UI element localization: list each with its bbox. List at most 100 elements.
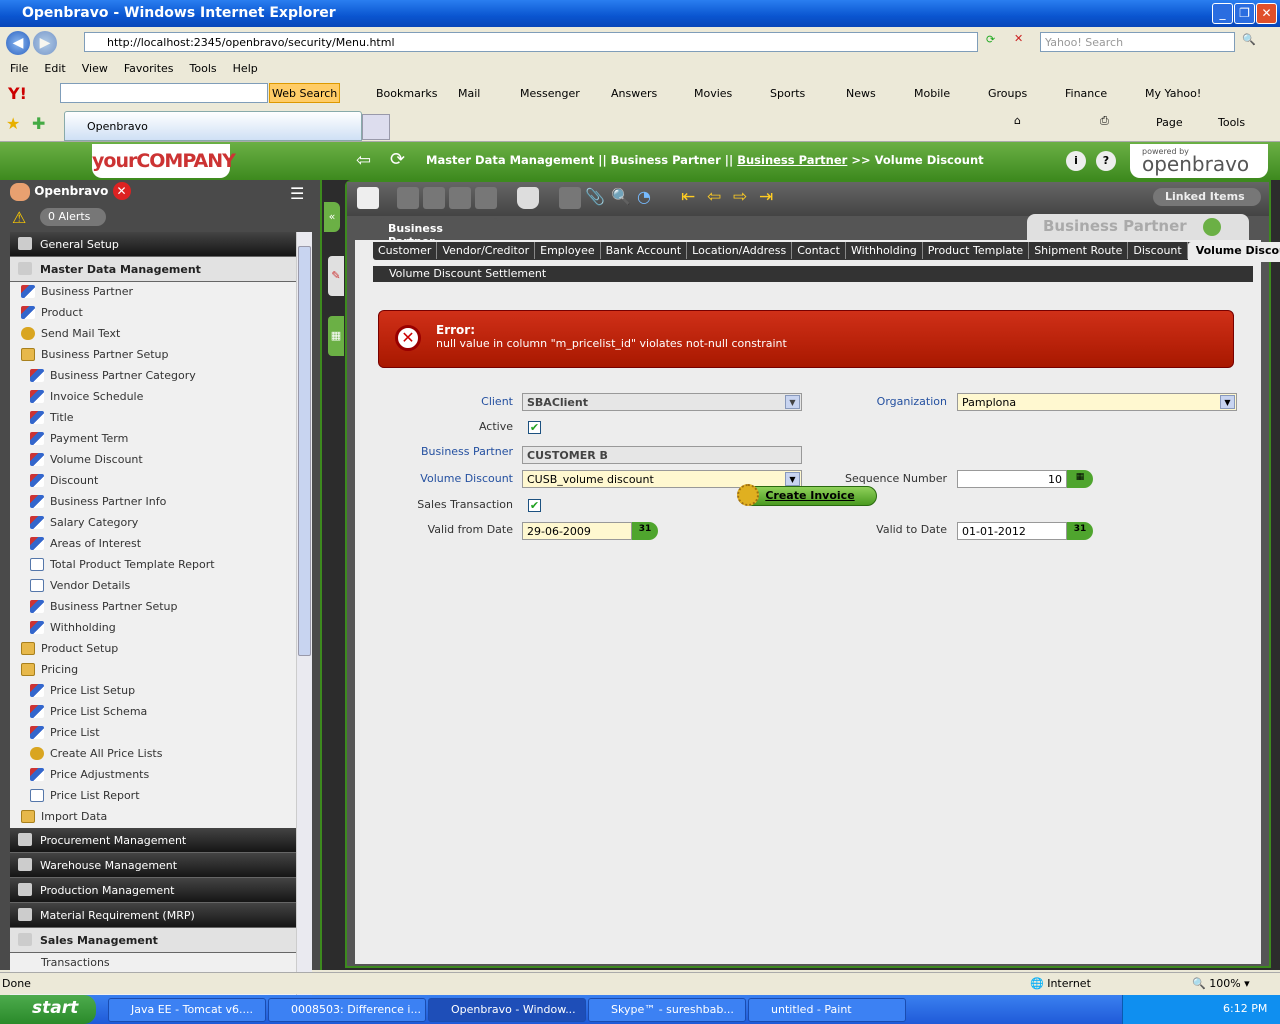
attachment-icon[interactable]: 📎 [585, 187, 607, 209]
menu-item[interactable]: Price List Schema [10, 702, 296, 723]
taskbar-item-paint[interactable]: untitled - Paint [748, 998, 906, 1022]
tab-withholding[interactable]: Withholding [846, 242, 923, 259]
valid-from-input[interactable]: 29-06-2009 [522, 522, 632, 540]
volume-discount-label[interactable]: Volume Discount [373, 472, 513, 485]
taskbar-item-eclipse[interactable]: Java EE - Tomcat v6.... [108, 998, 266, 1022]
last-record-icon[interactable]: ⇥ [759, 187, 781, 209]
address-input[interactable]: http://localhost:2345/openbravo/security… [84, 32, 978, 52]
search-icon[interactable]: 🔍 [611, 187, 633, 209]
answers-button[interactable]: Answers [611, 87, 657, 100]
menu-item[interactable]: Salary Category [10, 513, 296, 534]
menu-favorites[interactable]: Favorites [124, 62, 180, 75]
tab-discount[interactable]: Discount [1128, 242, 1188, 259]
valid-to-input[interactable]: 01-01-2012 [957, 522, 1067, 540]
menu-edit[interactable]: Edit [44, 62, 71, 75]
start-button[interactable]: start [0, 995, 96, 1024]
collapse-sidebar-button[interactable]: « [324, 202, 340, 232]
menu-item[interactable]: Business Partner Category [10, 366, 296, 387]
info-icon[interactable]: i [1066, 151, 1086, 171]
subtab-volume-discount-settlement[interactable]: Volume Discount Settlement [373, 266, 1253, 282]
tab-location-address[interactable]: Location/Address [687, 242, 793, 259]
back-button[interactable]: ◀ [6, 31, 30, 55]
menu-item[interactable]: Transactions [10, 953, 296, 974]
bookmarks-button[interactable]: Bookmarks [376, 87, 437, 100]
organization-select[interactable]: Pamplona ▼ [957, 393, 1237, 411]
minimize-button[interactable]: _ [1212, 3, 1233, 24]
help-icon[interactable]: ? [1096, 151, 1116, 171]
back-arrow-icon[interactable]: ⇦ [356, 150, 371, 171]
menu-item[interactable]: Price List Setup [10, 681, 296, 702]
home-icon[interactable]: ⌂ [1014, 114, 1021, 127]
groups-button[interactable]: Groups [988, 87, 1027, 100]
previous-record-icon[interactable]: ⇦ [707, 187, 729, 209]
tab-volume-discount[interactable]: Volume Discount [1187, 242, 1280, 262]
menu-item[interactable]: Price List [10, 723, 296, 744]
mobile-button[interactable]: Mobile [914, 87, 950, 100]
calculator-icon[interactable]: ▦ [1067, 470, 1093, 488]
delete-icon[interactable] [517, 187, 539, 209]
collapse-menu-icon[interactable]: ☰ [290, 184, 304, 203]
menu-item[interactable]: Send Mail Text [10, 324, 296, 345]
next-record-icon[interactable]: ⇨ [733, 187, 755, 209]
menu-item[interactable]: Create All Price Lists [10, 744, 296, 765]
yahoo-logo-icon[interactable]: Y! [8, 84, 27, 103]
calendar-icon[interactable]: 31 [1067, 522, 1093, 540]
forward-button[interactable]: ▶ [33, 31, 57, 55]
menu-tools[interactable]: Tools [190, 62, 223, 75]
tab-shipment-route[interactable]: Shipment Route [1029, 242, 1129, 259]
web-search-button[interactable]: Web Search [269, 83, 341, 103]
menu-item[interactable]: Pricing [10, 660, 296, 681]
menu-section[interactable]: Sales Management [10, 928, 296, 953]
business-partner-label[interactable]: Business Partner [373, 445, 513, 458]
menu-section[interactable]: Warehouse Management [10, 853, 296, 878]
linked-items-button[interactable]: Linked Items [1153, 188, 1261, 206]
menu-item[interactable]: Discount [10, 471, 296, 492]
tab-contact[interactable]: Contact [792, 242, 846, 259]
menu-scrollbar[interactable] [296, 232, 312, 1000]
sequence-number-input[interactable]: 10 [957, 470, 1067, 488]
refresh-icon[interactable]: ⟳ [390, 149, 405, 170]
menu-item[interactable]: Product [10, 303, 296, 324]
edit-view-icon[interactable]: ✎ [328, 256, 344, 296]
messenger-button[interactable]: Messenger [520, 87, 580, 100]
search-icon[interactable]: 🔍 [1242, 33, 1256, 46]
menu-item[interactable]: Business Partner [10, 282, 296, 303]
menu-item[interactable]: Business Partner Setup [10, 345, 296, 366]
menu-item[interactable]: Price Adjustments [10, 765, 296, 786]
menu-section[interactable]: Production Management [10, 878, 296, 903]
menu-view[interactable]: View [82, 62, 114, 75]
favorites-star-icon[interactable]: ★ [6, 114, 20, 133]
chevron-down-icon[interactable]: ▼ [1220, 395, 1235, 409]
organization-label[interactable]: Organization [805, 395, 947, 408]
stop-icon[interactable]: ✕ [1014, 32, 1023, 45]
yahoo-search-input[interactable] [60, 83, 268, 103]
refresh-icon[interactable]: ⟳ [986, 33, 995, 46]
breadcrumb-link[interactable]: Business Partner [737, 153, 847, 167]
scrollbar-thumb[interactable] [298, 246, 311, 656]
menu-item[interactable]: Invoice Schedule [10, 387, 296, 408]
mail-button[interactable]: Mail [458, 87, 480, 100]
tab-product-template[interactable]: Product Template [923, 242, 1030, 259]
tab-employee[interactable]: Employee [535, 242, 601, 259]
menu-item[interactable]: Payment Term [10, 429, 296, 450]
news-button[interactable]: News [846, 87, 876, 100]
create-invoice-button[interactable]: Create Invoice [743, 486, 877, 506]
menu-item[interactable]: Areas of Interest [10, 534, 296, 555]
page-menu[interactable]: Page [1156, 116, 1183, 129]
parent-tab-business-partner[interactable]: Business Partner [380, 218, 498, 248]
new-tab-button[interactable] [362, 114, 390, 140]
menu-item[interactable]: Vendor Details [10, 576, 296, 597]
zoom-level[interactable]: 🔍 100% ▾ [1192, 977, 1250, 990]
tab-openbravo[interactable]: Openbravo [64, 111, 362, 141]
menu-item[interactable]: Product Setup [10, 639, 296, 660]
menu-item[interactable]: Volume Discount [10, 450, 296, 471]
new-record-icon[interactable] [357, 187, 379, 209]
maximize-button[interactable]: ❐ [1234, 3, 1255, 24]
first-record-icon[interactable]: ⇤ [681, 187, 703, 209]
active-checkbox[interactable]: ✔ [528, 421, 541, 434]
taskbar-item-firefox[interactable]: 0008503: Difference i... [268, 998, 426, 1022]
tab-bank-account[interactable]: Bank Account [601, 242, 688, 259]
menu-item[interactable]: Withholding [10, 618, 296, 639]
menu-section-master-data-management[interactable]: Master Data Management [10, 257, 296, 282]
menu-item[interactable]: Business Partner Info [10, 492, 296, 513]
